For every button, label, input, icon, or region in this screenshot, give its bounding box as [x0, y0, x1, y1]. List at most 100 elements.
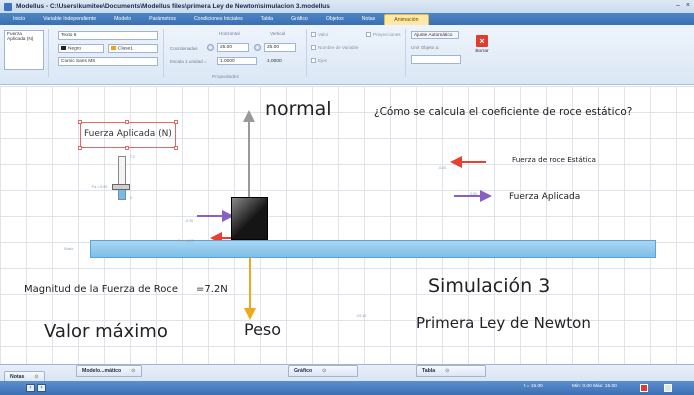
window-title: Modellus - C:\Users\kumitee\Documents\Mo…	[16, 3, 330, 10]
slider-min-label: 0	[130, 196, 132, 200]
resize-handle[interactable]	[78, 120, 82, 124]
panel-grafico[interactable]: Gráfico ⊙	[288, 365, 358, 377]
pin-icon[interactable]: ⊙	[322, 368, 326, 374]
resize-handle[interactable]	[174, 120, 178, 124]
tab-objetos[interactable]: Objetos	[317, 14, 353, 25]
borrar-label: Borrar	[475, 49, 489, 54]
checkbox-box	[366, 32, 371, 37]
panel-tabla[interactable]: Tabla ⊙	[416, 365, 486, 377]
ajuste-automatico-button[interactable]: Ajuste Automático	[411, 31, 459, 39]
tab-modelo[interactable]: Modelo	[105, 14, 140, 25]
settings-icon[interactable]	[664, 384, 672, 392]
ribbon-separator	[163, 29, 164, 77]
ground-surface	[90, 240, 656, 258]
panel-grafico-label: Gráfico	[294, 368, 313, 374]
panel-modelo[interactable]: Modelo...mático ⊙	[76, 365, 142, 377]
pin-icon[interactable]: ⊙	[34, 374, 38, 380]
legend-aplicada-label: Fuerza Aplicada	[509, 192, 581, 202]
scale-y-value: 1.0000	[267, 59, 282, 64]
pin-icon[interactable]: ⊙	[445, 368, 449, 374]
scale-label: Escala 1 unidad =	[170, 59, 207, 64]
ground-label: Suelo	[64, 247, 74, 251]
font-select-value: Comic Sans MS	[61, 59, 96, 64]
window-controls: – ×	[676, 2, 690, 9]
resize-handle[interactable]	[125, 120, 129, 124]
resize-handle[interactable]	[174, 146, 178, 150]
slider-value-label: Fa = 6.99	[92, 185, 108, 189]
ajuste-automatico-label: Ajuste Automático	[414, 33, 453, 38]
tab-condiciones-iniciales[interactable]: Condiciones Iniciales	[185, 14, 252, 25]
vertical-spinner-icon[interactable]	[254, 44, 261, 51]
valor-checkbox[interactable]: Valor	[311, 32, 328, 37]
force-text-box[interactable]: Fuerza Aplicada (N)	[78, 120, 178, 150]
minimize-button[interactable]: –	[676, 2, 680, 9]
panel-modelo-label: Modelo...mático	[82, 368, 122, 374]
color-swatch	[61, 46, 66, 50]
tab-parametros[interactable]: Parámetros	[140, 14, 185, 25]
close-button[interactable]: ×	[686, 2, 690, 9]
proyecciones-checkbox[interactable]: Proyecciones	[366, 32, 401, 37]
object-list[interactable]: Fuerza Aplicada (N)	[4, 30, 44, 70]
nombre-variable-checkbox[interactable]: Nombre de Variable	[311, 45, 359, 50]
previous-page-button[interactable]: ‹	[26, 384, 35, 392]
horizontal-spinner-icon[interactable]	[207, 44, 214, 51]
legend-aplicada-value: 0.00	[470, 192, 477, 196]
fuerza-slider-track[interactable]	[118, 156, 126, 200]
scale-x-input[interactable]: 1.0000	[217, 57, 257, 65]
valor-maximo-label: Valor máximo	[44, 321, 168, 342]
time-readout: t = 15.00	[524, 384, 543, 389]
tab-tabla[interactable]: Tabla	[252, 14, 282, 25]
ribbon-separator	[405, 29, 406, 77]
ribbon-separator	[48, 29, 49, 77]
aplicada-arrow-value: -0.20	[185, 219, 194, 223]
range-readout: Min: 0.00 Máx: 15.00	[572, 384, 617, 389]
ley-title: Primera Ley de Newton	[416, 314, 591, 332]
panel-notas-label: Notas	[10, 374, 25, 380]
ejes-checkbox[interactable]: Ejes	[311, 58, 327, 63]
next-page-button[interactable]: ›	[37, 384, 46, 392]
class-swatch	[111, 46, 116, 50]
tab-notas[interactable]: Notas	[353, 14, 385, 25]
pin-icon[interactable]: ⊙	[131, 368, 135, 374]
object-list-item[interactable]: Fuerza Aplicada (N)	[7, 32, 33, 42]
tab-grafico[interactable]: Gráfico	[282, 14, 317, 25]
color-select[interactable]: Negro	[58, 44, 104, 53]
class-select[interactable]: Clase1	[108, 44, 158, 53]
vertical-input[interactable]: 25.00	[264, 43, 296, 52]
resize-handle[interactable]	[78, 146, 82, 150]
horizontal-input[interactable]: 25.00	[217, 43, 249, 52]
nombre-variable-label: Nombre de Variable	[318, 45, 359, 50]
scale-x-value: 1.0000	[220, 59, 235, 64]
resize-handle[interactable]	[125, 146, 129, 150]
tab-inicio[interactable]: Inicio	[4, 14, 34, 25]
fuerza-slider-thumb[interactable]	[112, 184, 130, 190]
magnitud-value: =7.2N	[196, 284, 228, 295]
status-bar: ‹ › t = 15.00 Min: 0.00 Máx: 15.00	[0, 381, 694, 395]
tab-animacion[interactable]: Animación	[384, 14, 429, 25]
peso-arrow-value: -29.40	[356, 314, 367, 318]
animation-canvas[interactable]: Suelo normal ¿Cómo se calcula el coefici…	[0, 86, 694, 364]
ribbon-panel: Fuerza Aplicada (N) Texto 6 Negro Clase1…	[0, 25, 694, 85]
scale-y-input[interactable]: 1.0000	[264, 57, 304, 65]
magnitud-label: Magnitud de la Fuerza de Roce	[24, 284, 179, 295]
stop-icon[interactable]	[640, 384, 648, 392]
ejes-label: Ejes	[318, 58, 327, 63]
block-object[interactable]	[231, 197, 268, 240]
roce-arrow-value: Fr = -6.99	[178, 239, 194, 243]
horizontal-label: Horizontal	[219, 31, 240, 36]
horizontal-value: 25.00	[220, 45, 233, 50]
tab-variable-independiente[interactable]: Variable Independiente	[34, 14, 105, 25]
question-text: ¿Cómo se calcula el coeficiente de roce …	[374, 106, 633, 118]
color-select-value: Negro	[68, 46, 82, 52]
simulacion-title: Simulación 3	[428, 275, 551, 297]
coords-label: Coordenadas	[170, 46, 198, 51]
borrar-button[interactable]: × Borrar	[470, 35, 494, 67]
unir-objeto-select[interactable]	[411, 55, 461, 64]
font-select[interactable]: Comic Sans MS	[58, 57, 158, 66]
vertical-value: 25.00	[267, 45, 280, 50]
class-select-value: Clase1	[118, 46, 133, 52]
peso-label: Peso	[244, 320, 282, 339]
text-field[interactable]: Texto 6	[58, 31, 158, 40]
panel-tabla-label: Tabla	[422, 368, 436, 374]
checkbox-box	[311, 58, 316, 63]
